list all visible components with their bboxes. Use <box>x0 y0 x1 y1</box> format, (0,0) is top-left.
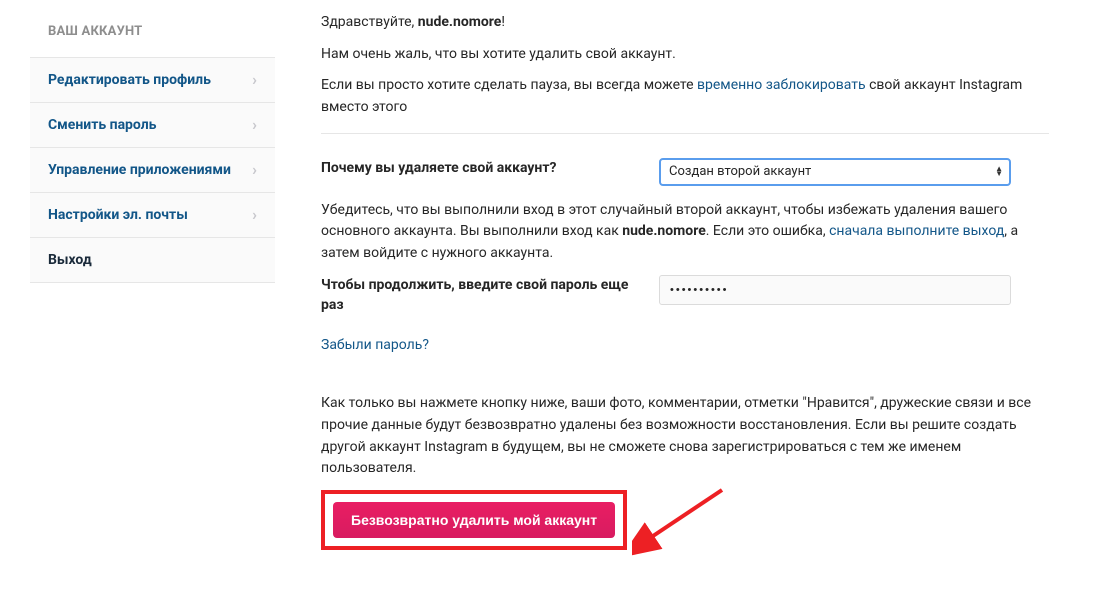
sidebar-item-change-password[interactable]: Сменить пароль › <box>30 103 275 148</box>
select-arrows-icon: ▲▼ <box>995 167 1003 177</box>
pause-text: Если вы просто хотите сделать пауза, вы … <box>321 75 1049 118</box>
chevron-right-icon: › <box>252 117 257 133</box>
chevron-right-icon: › <box>252 72 257 88</box>
chevron-right-icon: › <box>252 162 257 178</box>
password-row: Чтобы продолжить, введите свой пароль ещ… <box>321 275 1049 316</box>
reason-select[interactable]: Создан второй аккаунт ▲▼ <box>659 158 1011 186</box>
sidebar-list: Редактировать профиль › Сменить пароль ›… <box>30 57 275 283</box>
greeting-prefix: Здравствуйте, <box>321 14 418 30</box>
greeting-suffix: ! <box>501 14 505 30</box>
sidebar-item-label: Управление приложениями <box>48 162 231 178</box>
page-container: ВАШ АККАУНТ Редактировать профиль › Смен… <box>0 0 1099 598</box>
sorry-text: Нам очень жаль, что вы хотите удалить св… <box>321 44 1049 66</box>
sidebar-item-label: Редактировать профиль <box>48 72 211 88</box>
logout-first-link[interactable]: сначала выполните выход <box>829 223 1004 239</box>
password-input[interactable] <box>659 275 1011 305</box>
reason-selected-value: Создан второй аккаунт <box>669 164 811 179</box>
forgot-password-link[interactable]: Забыли пароль? <box>321 337 429 353</box>
reason-select-wrap: Создан второй аккаунт ▲▼ <box>659 158 1011 186</box>
sidebar-item-label: Выход <box>48 252 92 268</box>
temporary-disable-link[interactable]: временно заблокировать <box>697 77 866 93</box>
username: nude.nomore <box>418 14 502 30</box>
sidebar-item-logout[interactable]: Выход <box>30 238 275 283</box>
warning-text: Как только вы нажмете кнопку ниже, ваши … <box>321 393 1049 480</box>
main-content: Здравствуйте, nude.nomore! Нам очень жал… <box>275 0 1099 598</box>
reason-label: Почему вы удаляете свой аккаунт? <box>321 158 631 178</box>
sidebar-item-edit-profile[interactable]: Редактировать профиль › <box>30 58 275 103</box>
divider <box>321 133 1049 134</box>
delete-highlight-box: Безвозвратно удалить мой аккаунт <box>321 490 627 550</box>
chevron-right-icon: › <box>252 207 257 223</box>
sidebar-header: ВАШ АККАУНТ <box>30 10 275 57</box>
sidebar-item-label: Сменить пароль <box>48 117 157 133</box>
verify-username: nude.nomore <box>622 223 706 239</box>
delete-account-button[interactable]: Безвозвратно удалить мой аккаунт <box>333 502 615 538</box>
sidebar: ВАШ АККАУНТ Редактировать профиль › Смен… <box>0 0 275 598</box>
sidebar-item-email-settings[interactable]: Настройки эл. почты › <box>30 193 275 238</box>
password-label: Чтобы продолжить, введите свой пароль ещ… <box>321 275 631 316</box>
pause-prefix: Если вы просто хотите сделать пауза, вы … <box>321 77 697 93</box>
reason-row: Почему вы удаляете свой аккаунт? Создан … <box>321 158 1049 186</box>
verify-text: Убедитесь, что вы выполнили вход в этот … <box>321 200 1049 265</box>
sidebar-item-manage-apps[interactable]: Управление приложениями › <box>30 148 275 193</box>
verify-middle: . Если это ошибка, <box>706 223 829 239</box>
greeting-text: Здравствуйте, nude.nomore! <box>321 12 1049 34</box>
sidebar-item-label: Настройки эл. почты <box>48 207 188 223</box>
